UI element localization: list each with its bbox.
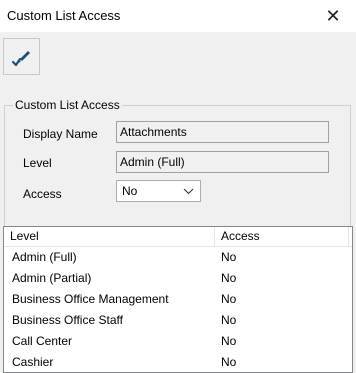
close-icon: ✕ xyxy=(325,5,341,26)
row-level: Call Center xyxy=(12,334,73,348)
edit-button[interactable] xyxy=(3,38,40,75)
row-level: Business Office Management xyxy=(12,292,169,306)
row-access: No xyxy=(221,313,237,327)
window-title: Custom List Access xyxy=(7,8,121,23)
level-label: Level xyxy=(23,156,52,170)
list-item[interactable]: Business Office Management No xyxy=(4,289,352,310)
dialog-body: Custom List Access Display Name Attachme… xyxy=(0,32,356,373)
access-list[interactable]: Level Access Admin (Full) No Admin (Part… xyxy=(3,226,353,373)
custom-list-access-group: Custom List Access Display Name Attachme… xyxy=(4,98,351,244)
close-button[interactable]: ✕ xyxy=(310,0,356,32)
access-selected-value: No xyxy=(122,184,138,198)
list-header: Level Access xyxy=(4,227,352,247)
level-field: Admin (Full) xyxy=(116,151,329,173)
list-item[interactable]: Admin (Full) No xyxy=(4,247,352,268)
row-access: No xyxy=(221,334,237,348)
list-item[interactable]: Call Center No xyxy=(4,331,352,352)
access-dropdown[interactable]: No xyxy=(116,180,201,202)
row-level: Admin (Partial) xyxy=(12,271,92,285)
group-legend: Custom List Access xyxy=(13,98,122,112)
row-level: Business Office Staff xyxy=(12,313,123,327)
row-access: No xyxy=(221,250,237,264)
display-name-label: Display Name xyxy=(23,127,98,141)
column-header-access[interactable]: Access xyxy=(215,227,349,246)
list-rows: Admin (Full) No Admin (Partial) No Busin… xyxy=(4,247,352,372)
row-level: Cashier xyxy=(12,355,54,369)
row-level: Admin (Full) xyxy=(12,250,77,264)
list-item[interactable]: Cashier No xyxy=(4,352,352,372)
access-label: Access xyxy=(23,187,62,201)
chevron-down-icon xyxy=(183,188,194,195)
list-item[interactable]: Admin (Partial) No xyxy=(4,268,352,289)
display-name-field: Attachments xyxy=(116,121,329,143)
pencil-check-icon xyxy=(11,50,30,66)
row-access: No xyxy=(221,292,237,306)
list-item[interactable]: Business Office Staff No xyxy=(4,310,352,331)
column-header-level[interactable]: Level xyxy=(4,227,215,246)
row-access: No xyxy=(221,271,237,285)
title-bar: Custom List Access ✕ xyxy=(0,0,356,32)
row-access: No xyxy=(221,355,237,369)
